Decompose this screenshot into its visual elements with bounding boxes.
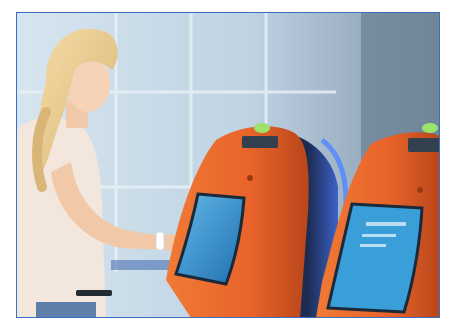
- background-railing: [111, 260, 171, 270]
- kiosk-1-button: [247, 175, 253, 181]
- jeans: [36, 302, 96, 318]
- bracelet: [155, 231, 165, 251]
- kiosk-1-top-display: [242, 136, 278, 148]
- photo-frame: [16, 12, 440, 318]
- photo: [16, 12, 440, 318]
- kiosk-1-indicator-light: [254, 123, 270, 133]
- bag-handle: [76, 290, 112, 296]
- kiosk-2-top-display: [408, 138, 440, 152]
- kiosk-2-button: [417, 187, 423, 193]
- kiosk-2-indicator-light: [422, 123, 438, 133]
